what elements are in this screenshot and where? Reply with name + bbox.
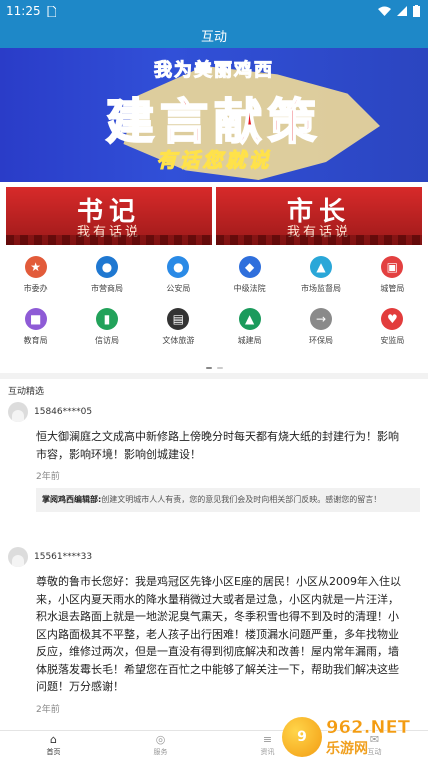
- shield-icon: ●: [95, 256, 118, 278]
- department-item[interactable]: ▲ 城建局: [214, 308, 285, 348]
- signal-icon: [397, 6, 407, 16]
- department-label: 市场监督局: [300, 284, 341, 293]
- department-label: 中级法院: [233, 284, 266, 293]
- compass-icon: ◎: [155, 733, 166, 746]
- department-label: 教育局: [23, 336, 48, 345]
- post-content: 恒大御澜庭之文成高中新修路上傍晚分时每天都有烧大纸的封建行为！影响市容，影响环境…: [36, 430, 399, 461]
- department-item[interactable]: ▲ 市场监督局: [285, 256, 356, 296]
- reply-text: 创建文明城市人人有责，您的意见我们会及时向相关部门反映。感谢您的留言！: [101, 495, 382, 504]
- status-bar: 11:25: [0, 0, 428, 22]
- page-dot-active: [205, 367, 212, 369]
- department-label: 文体旅游: [162, 336, 195, 345]
- phone-icon: ▮: [95, 308, 118, 330]
- tab-label: 首页: [46, 748, 61, 756]
- page-title: 互动: [200, 29, 227, 45]
- page-dot: [216, 367, 223, 369]
- watermark-badge: 9: [282, 717, 322, 757]
- building-icon: ▲: [238, 308, 261, 330]
- post-item[interactable]: 15846****05 恒大御澜庭之文成高中新修路上傍晚分时每天都有烧大纸的封建…: [0, 400, 428, 512]
- reply-author: 掌阅鸡西编辑部:: [42, 495, 102, 504]
- book-icon: ■: [24, 308, 47, 330]
- site-watermark: 9 962.NET 乐游网: [282, 716, 422, 758]
- department-item[interactable]: ● 市营商局: [71, 256, 142, 296]
- post-user: 15846****05: [34, 407, 93, 417]
- official-reply: 掌阅鸡西编辑部:创建文明城市人人有责，您的意见我们会及时向相关部门反映。感谢您的…: [36, 488, 420, 512]
- avatar: [8, 402, 28, 422]
- banner-subline: 有话您就说: [156, 148, 272, 173]
- tab-label: 服务: [153, 748, 168, 756]
- department-item[interactable]: ♥ 安监局: [357, 308, 428, 348]
- department-item[interactable]: ▤ 文体旅游: [143, 308, 214, 348]
- section-divider: [0, 373, 428, 379]
- arrow-right-icon: →: [309, 308, 332, 330]
- post-user: 15561****33: [34, 552, 93, 562]
- department-grid: ★ 市委办 ● 市营商局 ● 公安局 ◆ 中级法院 ▲ 市场监督局 ▣ 城管局 ■ 教育局 ▮ 信访局 ▤ 文体旅…: [0, 256, 428, 348]
- post-item[interactable]: 15561****33 尊敬的鲁市长您好：我是鸡冠区先锋小区E座的居民！小区从2…: [0, 545, 428, 715]
- banner-image[interactable]: 我为美丽鸡西 建言献策 有话您就说: [0, 48, 428, 182]
- tab-label: 资讯: [260, 748, 275, 756]
- mayor-card[interactable]: 市长 我有话说: [216, 187, 422, 245]
- police-icon: ●: [167, 256, 190, 278]
- post-time: 2年前: [36, 704, 60, 715]
- department-label: 信访局: [94, 336, 119, 345]
- department-label: 安监局: [380, 336, 405, 345]
- secretary-card[interactable]: 书记 我有话说: [6, 187, 212, 245]
- heart-icon: ♥: [381, 308, 404, 330]
- department-item[interactable]: ● 公安局: [143, 256, 214, 296]
- department-label: 城建局: [237, 336, 262, 345]
- basket-icon: ▣: [381, 256, 404, 278]
- card-skyline-decoration: [6, 235, 212, 245]
- grid-page-indicator: [0, 367, 428, 369]
- banner-headline: 建言献策: [105, 93, 322, 151]
- post-content: 尊敬的鲁市长您好：我是鸡冠区先锋小区E座的居民！小区从2009年入住以来，小区内…: [36, 575, 401, 693]
- department-item[interactable]: ★ 市委办: [0, 256, 71, 296]
- department-item[interactable]: → 环保局: [285, 308, 356, 348]
- list-icon: ≡: [262, 733, 273, 746]
- flag-icon: ★: [24, 256, 47, 278]
- department-item[interactable]: ■ 教育局: [0, 308, 71, 348]
- card-skyline-decoration: [216, 235, 422, 245]
- department-label: 环保局: [308, 336, 333, 345]
- tab-service[interactable]: ◎ 服务: [107, 731, 214, 760]
- department-label: 城管局: [380, 284, 405, 293]
- department-label: 公安局: [166, 284, 191, 293]
- flask-icon: ▲: [309, 256, 332, 278]
- department-label: 市营商局: [90, 284, 123, 293]
- banner-tagline: 我为美丽鸡西: [154, 60, 274, 82]
- department-item[interactable]: ▮ 信访局: [71, 308, 142, 348]
- department-label: 市委办: [23, 284, 48, 293]
- leader-cards: 书记 我有话说 市长 我有话说: [6, 187, 422, 245]
- watermark-name: 乐游网: [326, 740, 368, 757]
- status-time: 11:25: [6, 4, 41, 18]
- sim-icon: [47, 5, 56, 17]
- page-title-bar: 互动: [0, 22, 428, 48]
- court-icon: ◆: [238, 256, 261, 278]
- post-time: 2年前: [36, 472, 60, 482]
- watermark-site: 962.NET: [326, 716, 411, 738]
- section-title: 互动精选: [8, 387, 45, 397]
- department-item[interactable]: ▣ 城管局: [357, 256, 428, 296]
- avatar: [8, 547, 28, 567]
- film-icon: ▤: [167, 308, 190, 330]
- tab-home[interactable]: ⌂ 首页: [0, 731, 107, 760]
- battery-icon: [413, 5, 420, 17]
- department-item[interactable]: ◆ 中级法院: [214, 256, 285, 296]
- wifi-icon: [378, 6, 391, 16]
- home-icon: ⌂: [50, 733, 57, 746]
